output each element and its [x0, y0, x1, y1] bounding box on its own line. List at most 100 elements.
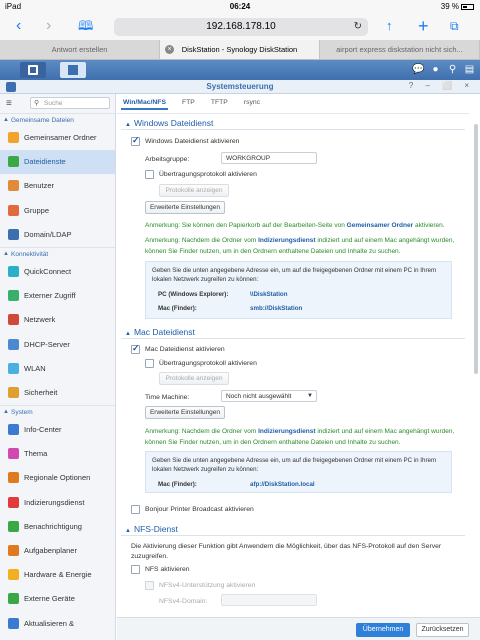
scrollbar[interactable]	[474, 124, 478, 374]
workgroup-input[interactable]: WORKGROUP	[221, 152, 317, 164]
windows-enable-label: Windows Dateidienst aktivieren	[145, 138, 240, 145]
sidebar-item-external-devices[interactable]: Externe Geräte	[0, 587, 115, 611]
time-machine-select[interactable]: Noch nicht ausgewählt ▼	[221, 390, 317, 402]
tab-diskstation[interactable]: × DiskStation - Synology DiskStation	[160, 40, 320, 59]
pc-address: \\DiskStation	[250, 291, 288, 298]
forward-icon[interactable]: ›	[46, 17, 51, 35]
workgroup-value: WORKGROUP	[226, 155, 271, 162]
nfs-enable-checkbox[interactable]	[131, 565, 140, 574]
user-icon[interactable]: ●	[429, 63, 442, 76]
sidebar-item-dhcp[interactable]: DHCP-Server	[0, 333, 115, 357]
reload-icon[interactable]: ↻	[354, 18, 362, 36]
theme-icon	[8, 448, 19, 460]
main-panel: Win/Mac/NFS FTP TFTP rsync ▲ Windows Date…	[117, 94, 480, 640]
sidebar-item-indexing[interactable]: Indizierungsdienst	[0, 491, 115, 515]
sidebar-item-group[interactable]: Gruppe	[0, 199, 115, 223]
tab-win-mac-nfs[interactable]: Win/Mac/NFS	[121, 96, 168, 110]
windows-show-logs-button[interactable]: Protokolle anzeigen	[159, 184, 229, 197]
sidebar-search-input[interactable]: ⚲ Suche	[30, 97, 110, 109]
indexing-link[interactable]: Indizierungsdienst	[258, 237, 315, 244]
window-controls[interactable]: ? – ⬜ ×	[409, 81, 474, 90]
sidebar-item-label: QuickConnect	[24, 266, 72, 276]
dsm-taskbar: 💬 ● ⚲ ▤	[0, 60, 480, 80]
section-title: NFS-Dienst	[133, 524, 178, 534]
mac-show-logs-button[interactable]: Protokolle anzeigen	[159, 372, 229, 385]
back-icon[interactable]: ‹	[16, 17, 21, 35]
reset-button[interactable]: Zurücksetzen	[416, 623, 469, 637]
sidebar: ≡ ⚲ Suche ▲ Gemeinsame Dateien Gemeinsame…	[0, 94, 116, 640]
sidebar-item-network[interactable]: Netzwerk	[0, 308, 115, 332]
main-menu-icon[interactable]	[20, 62, 46, 78]
clock: 06:24	[229, 2, 251, 11]
tab-answer[interactable]: Antwort erstellen	[0, 40, 160, 59]
nfsv4-domain-label: NFSv4-Domain:	[159, 598, 208, 605]
sidebar-item-user[interactable]: Benutzer	[0, 174, 115, 198]
mac-section-heading[interactable]: ▲ Mac Dateidienst	[125, 327, 195, 337]
mac-transfer-log-checkbox[interactable]	[145, 359, 154, 368]
mac-advanced-button[interactable]: Erweiterte Einstellungen	[145, 406, 225, 419]
group-icon	[8, 204, 19, 216]
tabs-overview-icon[interactable]: ⧉	[450, 17, 459, 35]
windows-advanced-button[interactable]: Erweiterte Einstellungen	[145, 201, 225, 214]
section-connectivity[interactable]: ▲ Konnektivität	[0, 246, 115, 260]
share-icon[interactable]: ↑	[386, 17, 393, 35]
sidebar-item-label: Hardware & Energie	[24, 570, 92, 580]
sidebar-item-regional[interactable]: Regionale Optionen	[0, 466, 115, 490]
info-line: Geben Sie die unten angegebene Adresse e…	[152, 267, 437, 274]
sidebar-item-domain[interactable]: Domain/LDAP	[0, 223, 115, 247]
tab-rsync[interactable]: rsync	[242, 96, 262, 110]
sidebar-item-label: Benachrichtigung	[24, 521, 82, 531]
messages-icon[interactable]: 💬	[412, 63, 425, 76]
windows-enable-checkbox[interactable]	[131, 135, 140, 146]
shared-folder-link[interactable]: Gemeinsamer Ordner	[347, 222, 413, 229]
control-panel-taskbar-icon[interactable]	[60, 62, 86, 78]
sidebar-item-shared-folder[interactable]: Gemeinsamer Ordner	[0, 126, 115, 150]
info-icon	[8, 424, 19, 436]
apply-button[interactable]: Übernehmen	[356, 623, 410, 637]
battery-icon	[461, 3, 474, 10]
sidebar-item-notification[interactable]: Benachrichtigung	[0, 515, 115, 539]
indexing-link[interactable]: Indizierungsdienst	[258, 428, 315, 435]
mac-label: Mac (Finder):	[158, 481, 197, 488]
sidebar-item-wlan[interactable]: WLAN	[0, 357, 115, 381]
battery-status: 39 %	[441, 2, 474, 11]
sidebar-item-label: Gruppe	[24, 205, 50, 215]
wifi-icon	[8, 362, 19, 374]
windows-transfer-log-checkbox[interactable]	[145, 170, 154, 179]
tab-airport[interactable]: airport express diskstation nicht sich..…	[320, 40, 480, 59]
new-tab-icon[interactable]: +	[418, 17, 429, 35]
sidebar-toggle-icon[interactable]: ≡	[6, 98, 12, 109]
sidebar-item-update[interactable]: Aktualisieren &	[0, 612, 115, 636]
nfsv4-label: NFSv4-Unterstützung aktivieren	[159, 582, 256, 589]
widgets-icon[interactable]: ▤	[463, 63, 476, 76]
nfs-section-heading[interactable]: ▲ NFS-Dienst	[125, 524, 178, 534]
sidebar-item-security[interactable]: Sicherheit	[0, 381, 115, 405]
close-tab-icon[interactable]: ×	[165, 45, 174, 54]
section-shared-files[interactable]: ▲ Gemeinsame Dateien	[0, 113, 115, 126]
mac-enable-checkbox[interactable]	[131, 343, 140, 354]
section-system[interactable]: ▲ System	[0, 405, 115, 418]
sidebar-item-hardware[interactable]: Hardware & Energie	[0, 563, 115, 587]
divider	[121, 129, 465, 130]
bookmarks-icon[interactable]: 🕮	[78, 17, 93, 35]
chevron-up-icon: ▲	[125, 122, 131, 128]
tab-ftp[interactable]: FTP	[180, 96, 197, 110]
nfsv4-domain-input[interactable]	[221, 594, 317, 606]
sidebar-item-theme[interactable]: Thema	[0, 442, 115, 466]
address-bar[interactable]: 192.168.178.10 ↻	[114, 18, 368, 36]
sidebar-item-quickconnect[interactable]: QuickConnect	[0, 260, 115, 284]
divider	[121, 338, 465, 339]
windows-section-heading[interactable]: ▲ Windows Dateidienst	[125, 118, 213, 128]
sidebar-item-external-access[interactable]: Externer Zugriff	[0, 284, 115, 308]
sidebar-item-task-scheduler[interactable]: Aufgabenplaner	[0, 539, 115, 563]
sidebar-item-label: Externer Zugriff	[24, 291, 76, 301]
nfsv4-checkbox[interactable]	[145, 581, 154, 590]
section-title: Windows Dateidienst	[133, 118, 214, 128]
bonjour-checkbox[interactable]	[131, 505, 140, 514]
time-machine-label: Time Machine:	[145, 394, 190, 401]
sidebar-item-file-services[interactable]: Dateidienste	[0, 150, 115, 175]
globe-icon	[8, 290, 19, 302]
tab-tftp[interactable]: TFTP	[209, 96, 230, 110]
sidebar-item-info-center[interactable]: Info-Center	[0, 418, 115, 442]
search-icon[interactable]: ⚲	[446, 63, 459, 76]
